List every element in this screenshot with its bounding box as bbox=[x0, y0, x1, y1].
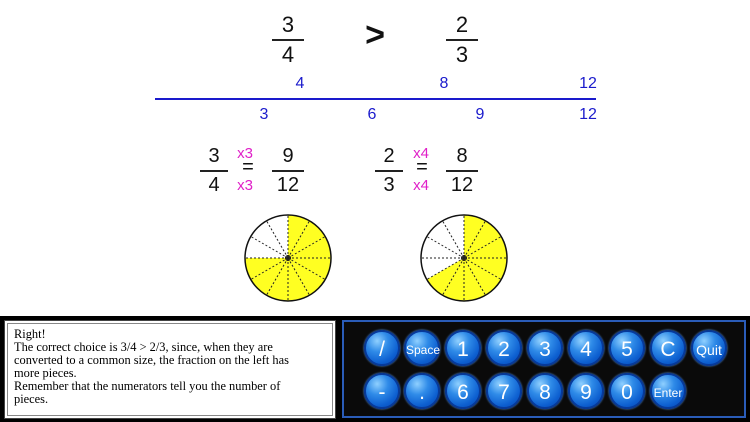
conv-left-numerator: 3 bbox=[208, 145, 220, 167]
key-quit[interactable]: Quit bbox=[691, 330, 727, 366]
message-line: pieces. bbox=[14, 392, 49, 406]
compare-right-denominator: 3 bbox=[455, 42, 469, 67]
right-pie-slices bbox=[420, 214, 508, 302]
feedback-message-box: Right! The correct choice is 3/4 > 2/3, … bbox=[4, 320, 336, 419]
right-pie-chart bbox=[420, 214, 508, 302]
key-7[interactable]: 7 bbox=[486, 373, 522, 409]
number-line-bottom-label: 9 bbox=[475, 106, 485, 123]
conv-right-equals: = bbox=[416, 156, 428, 178]
conv-left-result-numerator: 9 bbox=[282, 145, 294, 167]
conv-left-multiplier-bottom: x3 bbox=[237, 177, 253, 194]
conv-right-denominator: 3 bbox=[383, 174, 395, 196]
conv-left-equals: = bbox=[242, 156, 254, 178]
conv-right-result-numerator: 8 bbox=[456, 145, 468, 167]
left-pie-chart bbox=[244, 214, 332, 302]
key-0[interactable]: 0 bbox=[609, 373, 645, 409]
key-2[interactable]: 2 bbox=[486, 330, 522, 366]
number-line bbox=[155, 98, 596, 100]
key-6[interactable]: 6 bbox=[445, 373, 481, 409]
conv-left-result-denominator: 12 bbox=[276, 174, 300, 196]
number-line-top-label: 8 bbox=[439, 75, 449, 92]
key-slash[interactable]: / bbox=[364, 330, 400, 366]
conv-right-numerator: 2 bbox=[383, 145, 395, 167]
key-9[interactable]: 9 bbox=[568, 373, 604, 409]
compare-left-numerator: 3 bbox=[281, 12, 295, 37]
comparison-symbol: > bbox=[365, 16, 385, 54]
key-5[interactable]: 5 bbox=[609, 330, 645, 366]
conv-left-denominator: 4 bbox=[208, 174, 220, 196]
conv-right-multiplier-bottom: x4 bbox=[413, 177, 429, 194]
keypad: / Space 1 2 3 4 5 C Quit - . 6 7 8 9 0 E… bbox=[342, 320, 746, 418]
left-pie-slices bbox=[244, 214, 332, 302]
message-line: Remember that the numerators tell you th… bbox=[14, 379, 281, 393]
compare-right-numerator: 2 bbox=[455, 12, 469, 37]
conv-left-result-bar bbox=[272, 170, 304, 172]
conv-right-result-bar bbox=[446, 170, 478, 172]
feedback-message-text: Right! The correct choice is 3/4 > 2/3, … bbox=[7, 323, 333, 416]
conv-left-fraction-bar bbox=[200, 170, 228, 172]
compare-right-fraction-bar bbox=[446, 39, 478, 41]
key-3[interactable]: 3 bbox=[527, 330, 563, 366]
key-minus[interactable]: - bbox=[364, 373, 400, 409]
conv-right-fraction-bar bbox=[375, 170, 403, 172]
compare-left-denominator: 4 bbox=[281, 42, 295, 67]
conv-right-result-denominator: 12 bbox=[450, 174, 474, 196]
key-8[interactable]: 8 bbox=[527, 373, 563, 409]
compare-left-fraction-bar bbox=[272, 39, 304, 41]
key-decimal[interactable]: . bbox=[404, 373, 440, 409]
key-clear[interactable]: C bbox=[650, 330, 686, 366]
number-line-bottom-label: 3 bbox=[259, 106, 269, 123]
number-line-top-label: 12 bbox=[579, 75, 597, 92]
key-4[interactable]: 4 bbox=[568, 330, 604, 366]
key-space[interactable]: Space bbox=[404, 330, 440, 366]
key-1[interactable]: 1 bbox=[445, 330, 481, 366]
number-line-bottom-label: 12 bbox=[579, 106, 597, 123]
key-enter[interactable]: Enter bbox=[650, 373, 686, 409]
number-line-top-label: 4 bbox=[295, 75, 305, 92]
number-line-bottom-label: 6 bbox=[367, 106, 377, 123]
